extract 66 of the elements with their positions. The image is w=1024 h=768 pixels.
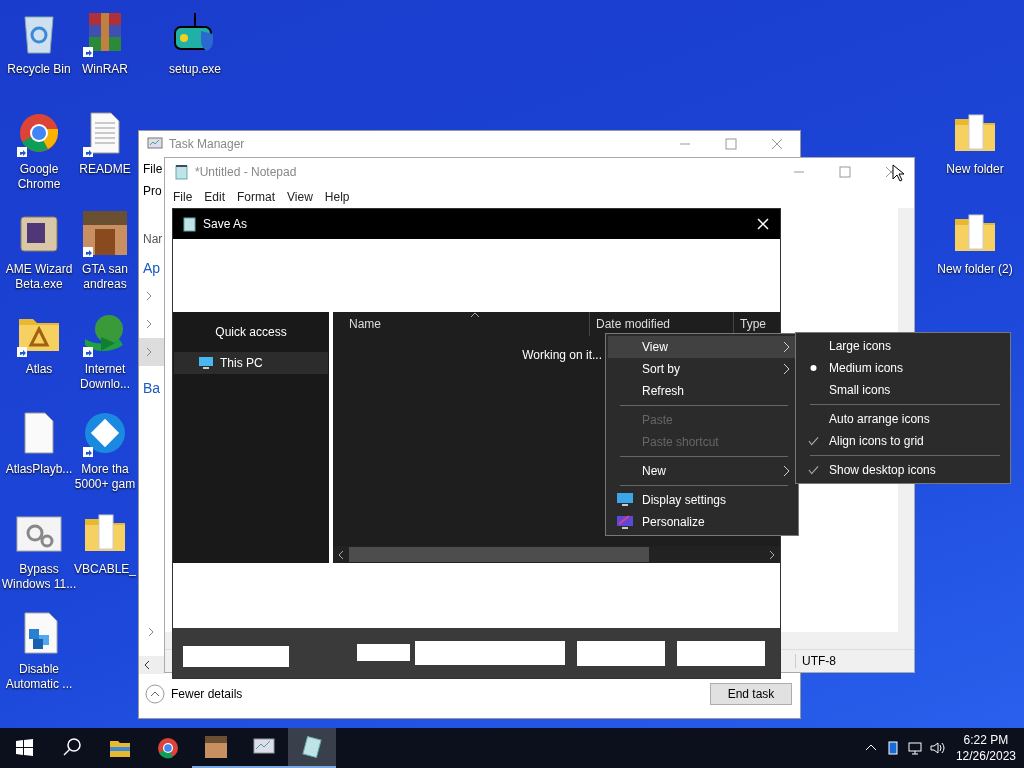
menu-item[interactable]: Personalize [608, 511, 796, 533]
volume-icon[interactable] [928, 740, 945, 756]
menu-item[interactable]: Auto arrange icons [798, 408, 1008, 430]
fewer-details-button[interactable]: Fewer details [145, 684, 243, 704]
encoding-label: UTF-8 [795, 654, 914, 668]
chevron-icon[interactable] [147, 626, 155, 638]
group-header: Ap [142, 260, 162, 276]
paint-monitor-icon [616, 514, 634, 530]
chevron-icon[interactable] [145, 318, 153, 330]
menu-item[interactable]: Large icons [798, 335, 1008, 357]
scrollbar[interactable] [139, 656, 165, 674]
network-icon[interactable] [906, 740, 923, 756]
clock[interactable]: 6:22 PM 12/26/2023 [947, 732, 1024, 764]
navigation-item[interactable]: This PC [174, 352, 328, 374]
loading-message: Working on it... [522, 348, 602, 362]
menu-item[interactable]: Display settings [608, 489, 796, 511]
navigation-item[interactable]: Quick access [174, 312, 328, 352]
column-header[interactable]: Nar [139, 232, 165, 246]
monitor-icon [147, 136, 163, 152]
clock-date: 12/26/2023 [955, 748, 1016, 764]
clock-time: 6:22 PM [963, 732, 1009, 748]
notepad-icon [173, 164, 189, 180]
menu-item[interactable]: File [139, 162, 165, 176]
mouse-cursor-icon [892, 164, 904, 182]
monitor-icon [616, 492, 634, 508]
column-header[interactable]: Name [333, 317, 589, 331]
desktop-icon-label[interactable]: Disable Automatic ... [0, 662, 78, 692]
group-header: Ba [142, 380, 162, 396]
menu-item[interactable]: New [608, 460, 796, 482]
menu-item[interactable]: Refresh [608, 380, 796, 402]
desktop-icon-label[interactable]: New folder (2) [936, 262, 1014, 277]
menu-item[interactable]: Format [231, 190, 282, 204]
photo-icon[interactable] [81, 209, 129, 257]
desktop-icon-label[interactable]: VBCABLE_ [73, 562, 137, 577]
menu-item[interactable]: Medium icons [798, 357, 1008, 379]
dialog-title: Save As [203, 217, 248, 231]
window-title: Task Manager [169, 137, 245, 151]
menu-item[interactable]: Edit [198, 190, 232, 204]
desktop-icon-label[interactable]: New folder [936, 162, 1014, 177]
menu-item[interactable]: View [608, 336, 796, 358]
menu-item[interactable]: Sort by [608, 358, 796, 380]
chevron-icon[interactable] [145, 346, 153, 358]
taskbar-app[interactable] [288, 728, 336, 768]
menu-item[interactable]: File [167, 190, 199, 204]
end-task-button[interactable]: End task [710, 683, 792, 705]
sort-caret-icon [470, 312, 480, 318]
chevron-icon[interactable] [145, 290, 153, 302]
photo-icon [204, 735, 228, 759]
menu-item[interactable]: Align icons to grid [798, 430, 1008, 452]
menu-item[interactable]: Help [318, 190, 356, 204]
chrome-icon [156, 736, 180, 760]
notepad-icon [300, 735, 324, 759]
window-title: *Untitled - Notepad [195, 165, 297, 179]
menu-item[interactable]: View [281, 190, 319, 204]
collapse-icon[interactable] [145, 684, 165, 704]
scroll-left-icon[interactable] [143, 659, 151, 671]
scroll-left-icon[interactable] [337, 548, 345, 561]
menu-item[interactable]: Show desktop icons [798, 459, 1008, 481]
blank-block [357, 644, 410, 661]
tab[interactable]: Pro [139, 184, 165, 198]
menu-item[interactable]: Small icons [798, 379, 1008, 401]
scrollbar[interactable] [333, 546, 780, 563]
scroll-right-icon[interactable] [768, 548, 776, 561]
notepad-icon [181, 216, 197, 232]
computer-icon [198, 356, 214, 370]
desktop-icon-label[interactable]: setup.exe [156, 62, 234, 77]
